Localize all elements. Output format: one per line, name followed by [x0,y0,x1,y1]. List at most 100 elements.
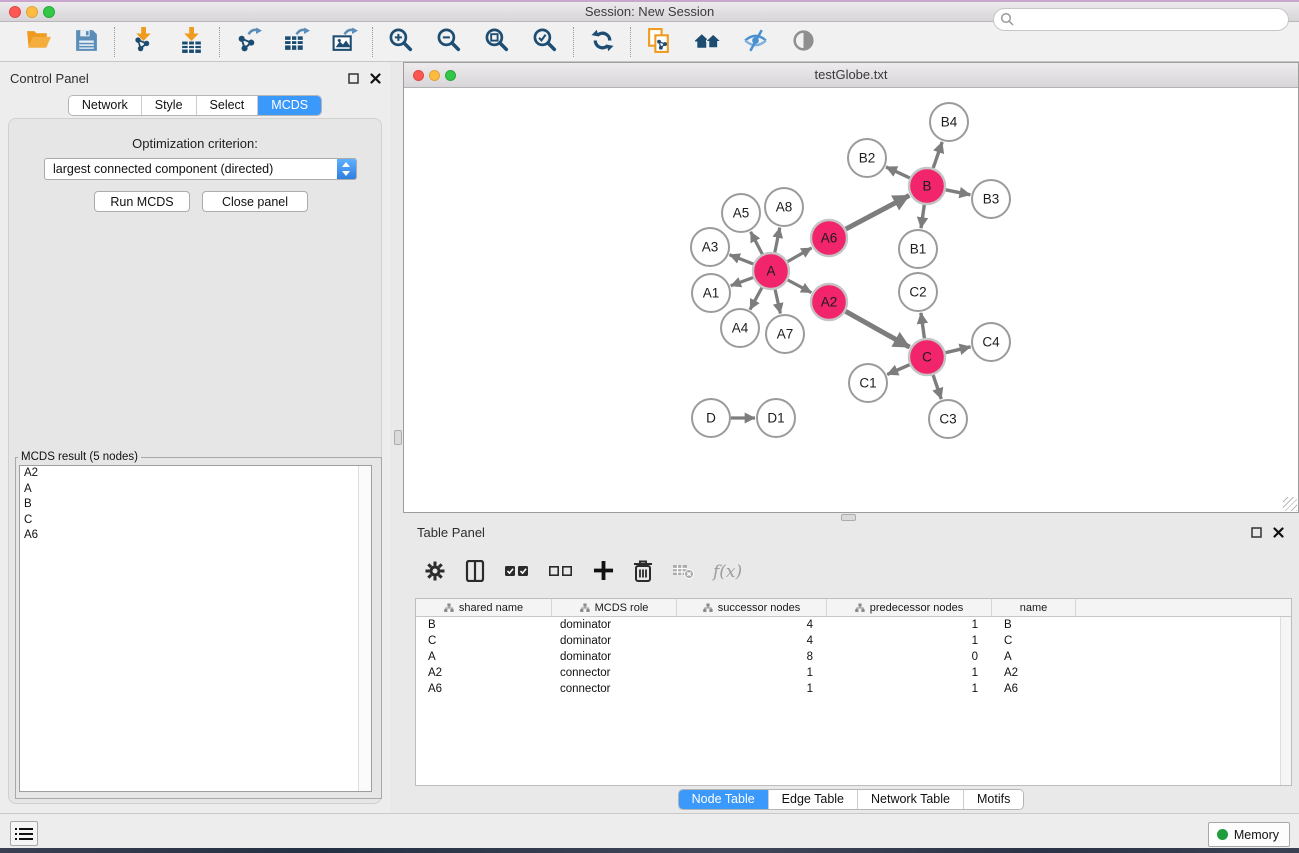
result-list-item[interactable]: A [20,482,371,498]
table-cell[interactable]: 0 [827,651,992,663]
import-network-button[interactable] [125,25,161,59]
table-settings-button[interactable] [424,557,446,587]
column-header-mcds-role[interactable]: MCDS role [552,599,677,616]
delete-table-disabled-button[interactable] [672,557,695,587]
select-columns-button[interactable] [464,557,486,587]
window-resize-grip[interactable] [1283,497,1297,511]
home-button[interactable] [689,25,725,59]
table-cell[interactable]: B [992,619,1076,631]
export-network-button[interactable] [230,25,266,59]
graph-node-A7[interactable]: A7 [766,315,804,353]
table-cell[interactable]: connector [552,683,677,695]
table-cell[interactable]: dominator [552,635,677,647]
delete-row-button[interactable] [632,557,654,587]
graph-edge-A-A1[interactable] [731,278,754,286]
table-cell[interactable]: 8 [677,651,827,663]
table-cell[interactable]: connector [552,667,677,679]
deselect-all-checks-button[interactable] [548,557,574,587]
graph-node-B3[interactable]: B3 [972,180,1010,218]
graph-edge-A2-C[interactable] [846,311,910,347]
table-cell[interactable]: A [416,651,552,663]
graph-node-C2[interactable]: C2 [899,273,937,311]
select-all-checks-button[interactable] [504,557,530,587]
column-header-name[interactable]: name [992,599,1076,616]
table-cell[interactable]: A [992,651,1076,663]
network-zoom-traffic-light[interactable] [445,70,456,81]
float-table-panel-icon[interactable] [1250,526,1263,539]
table-cell[interactable]: A6 [416,683,552,695]
table-cell[interactable]: A2 [992,667,1076,679]
graph-node-A2[interactable]: A2 [811,284,847,320]
zoom-traffic-light[interactable] [43,6,55,18]
network-minimize-traffic-light[interactable] [429,70,440,81]
graph-node-A[interactable]: A [753,253,789,289]
graph-node-B2[interactable]: B2 [848,139,886,177]
column-header-successor-nodes[interactable]: successor nodes [677,599,827,616]
network-close-traffic-light[interactable] [413,70,424,81]
table-cell[interactable]: dominator [552,619,677,631]
tab-mcds[interactable]: MCDS [257,96,321,115]
graph-node-C[interactable]: C [909,339,945,375]
graph-node-A1[interactable]: A1 [692,274,730,312]
table-cell[interactable]: B [416,619,552,631]
graph-node-A8[interactable]: A8 [765,188,803,226]
graph-node-A6[interactable]: A6 [811,220,847,256]
table-cell[interactable]: 4 [677,635,827,647]
graph-edge-C-C1[interactable] [887,365,909,375]
table-cell[interactable]: A2 [416,667,552,679]
criterion-select[interactable]: largest connected component (directed) [44,158,357,180]
task-history-button[interactable] [10,821,38,846]
table-scrollbar[interactable] [1280,617,1291,785]
horizontal-splitter-grip[interactable] [841,514,856,521]
graph-node-A3[interactable]: A3 [691,228,729,266]
graph-node-B1[interactable]: B1 [899,230,937,268]
table-tab-network-table[interactable]: Network Table [857,790,963,809]
export-image-button[interactable] [326,25,362,59]
table-cell[interactable]: A6 [992,683,1076,695]
table-cell[interactable]: 1 [827,683,992,695]
graph-edge-A-A3[interactable] [730,255,754,264]
table-tab-motifs[interactable]: Motifs [963,790,1023,809]
result-list-item[interactable]: B [20,497,371,513]
graph-edge-C-C2[interactable] [921,313,925,338]
graph-node-D1[interactable]: D1 [757,399,795,437]
close-panel-icon[interactable] [369,72,382,85]
memory-button[interactable]: Memory [1208,822,1290,847]
show-eye-button[interactable] [785,25,821,59]
result-list-scrollbar[interactable] [358,466,371,791]
zoom-out-button[interactable] [431,25,467,59]
column-header-shared-name[interactable]: shared name [416,599,552,616]
graph-edge-A-A8[interactable] [775,228,780,253]
graph-node-A5[interactable]: A5 [722,194,760,232]
graph-edge-A6-B[interactable] [846,195,910,229]
vertical-splitter-grip[interactable] [394,430,402,445]
graph-edge-A-A5[interactable] [751,232,763,254]
table-cell[interactable]: 1 [677,683,827,695]
table-cell[interactable]: dominator [552,651,677,663]
graph-node-C4[interactable]: C4 [972,323,1010,361]
graph-edge-B-B1[interactable] [921,205,924,228]
graph-edge-B-B3[interactable] [946,190,971,195]
search-input[interactable] [993,8,1289,31]
close-traffic-light[interactable] [9,6,21,18]
table-cell[interactable]: 1 [827,667,992,679]
add-row-button[interactable] [592,557,614,587]
graph-edge-B-B2[interactable] [886,167,910,178]
result-list-item[interactable]: A2 [20,466,371,482]
graph-node-B4[interactable]: B4 [930,103,968,141]
result-list-item[interactable]: A6 [20,528,371,544]
table-cell[interactable]: 1 [827,619,992,631]
minimize-traffic-light[interactable] [26,6,38,18]
table-tab-node-table[interactable]: Node Table [679,790,768,809]
close-table-panel-icon[interactable] [1272,526,1285,539]
graph-node-A4[interactable]: A4 [721,309,759,347]
import-table-button[interactable] [173,25,209,59]
result-list-item[interactable]: C [20,513,371,529]
graph-edge-A-A2[interactable] [788,280,812,293]
graph-edge-A-A4[interactable] [750,288,762,310]
export-table-button[interactable] [278,25,314,59]
column-header-predecessor-nodes[interactable]: predecessor nodes [827,599,992,616]
tab-select[interactable]: Select [196,96,258,115]
graph-node-B[interactable]: B [909,168,945,204]
graph-edge-C-C3[interactable] [933,375,941,399]
